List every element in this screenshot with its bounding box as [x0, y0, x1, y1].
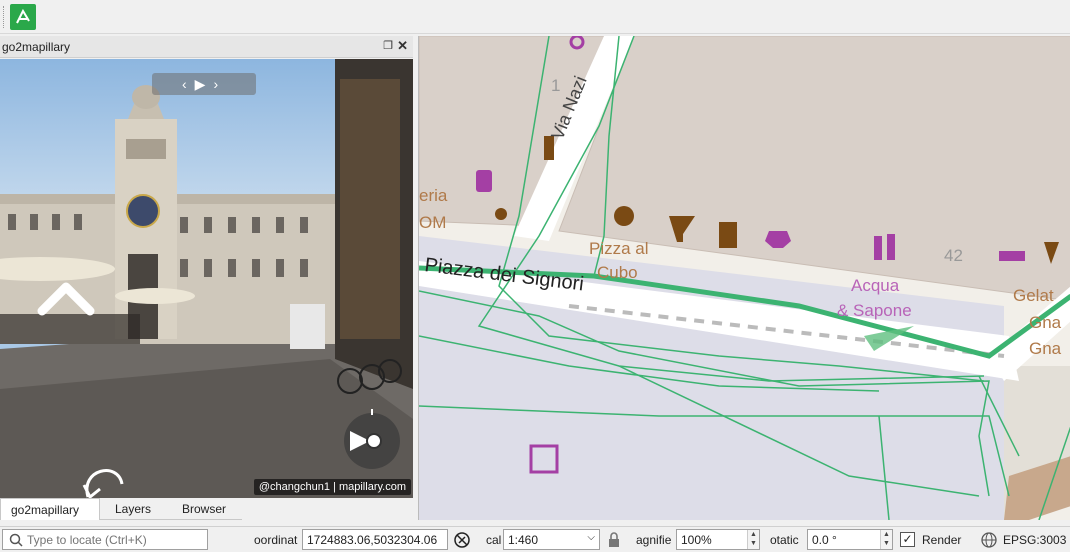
locator-input[interactable] [27, 532, 205, 548]
go2mapillary-tool-icon[interactable] [10, 4, 36, 30]
globe-icon[interactable] [981, 532, 997, 551]
play-sequence-icon[interactable]: ▶ [195, 76, 206, 93]
locator-bar[interactable] [2, 529, 208, 550]
scale-label: cal [486, 533, 502, 547]
tab-browser[interactable]: Browser [166, 498, 242, 520]
poi-label-acqua: Acqua [851, 276, 900, 295]
coordinate-field[interactable]: 1724883.06,5032304.06 [302, 529, 448, 550]
toggle-extents-icon[interactable] [453, 531, 471, 549]
scale-combobox[interactable]: 1:460 ⌵ [503, 529, 600, 550]
street-photo [0, 59, 413, 498]
close-panel-icon[interactable]: ✕ [397, 38, 408, 54]
poi-label-gna-1: Gna [1029, 313, 1062, 332]
rotation-value: 0.0 ° [812, 533, 837, 547]
go2mapillary-panel: go2mapillary ❐ ✕ ‹ ▶ › @changchun1 | map… [0, 36, 413, 520]
search-icon [9, 533, 23, 547]
dock-tabs: go2mapillary Layers Browser [0, 498, 413, 520]
rotation-label: otatic [770, 533, 799, 547]
panel-title: go2mapillary [2, 40, 71, 54]
render-checkbox[interactable]: ✓ [900, 532, 915, 547]
magnifier-value: 100% [681, 533, 712, 547]
main-toolbar [0, 0, 1070, 34]
house-number-42: 42 [944, 246, 963, 265]
poi-label-gelat: Gelat [1013, 286, 1054, 305]
poi-label-om: OM [419, 213, 446, 232]
poi-label-pizza: Pizza al [589, 239, 649, 258]
float-panel-icon[interactable]: ❐ [383, 39, 393, 52]
poi-label-sapone: & Sapone [837, 301, 912, 320]
toolbar-grip[interactable] [3, 6, 6, 28]
poi-label-gna-2: Gna [1029, 339, 1062, 358]
crs-label[interactable]: EPSG:3003 [1003, 533, 1066, 547]
rotation-spinbox[interactable]: 0.0 ° ▲ ▼ [807, 529, 893, 550]
coordinate-label: oordinat [254, 533, 298, 547]
render-label: Render [922, 533, 962, 547]
magnifier-label: agnifie [636, 533, 672, 547]
status-bar: oordinat 1724883.06,5032304.06 cal 1:460… [0, 526, 1070, 552]
magnifier-spinbox[interactable]: 100% ▲ ▼ [676, 529, 760, 550]
magnifier-spin-buttons[interactable]: ▲ ▼ [747, 530, 759, 549]
mapillary-image-viewer[interactable]: ‹ ▶ › @changchun1 | mapillary.com [0, 59, 413, 498]
panel-title-bar: go2mapillary ❐ ✕ [0, 36, 413, 58]
tab-go2mapillary[interactable]: go2mapillary [0, 498, 100, 520]
map-render: Via Nazi Piazza dei Signori eria OM Pizz… [419, 36, 1070, 520]
poi-label-eria: eria [419, 186, 448, 205]
prev-image-icon[interactable]: ‹ [182, 76, 187, 92]
poi-label-cubo: Cubo [597, 263, 638, 282]
image-attribution[interactable]: @changchun1 | mapillary.com [253, 479, 411, 495]
map-canvas[interactable]: Via Nazi Piazza dei Signori eria OM Pizz… [418, 36, 1070, 520]
sequence-nav-controls: ‹ ▶ › [152, 73, 256, 95]
rotation-spin-buttons[interactable]: ▲ ▼ [880, 530, 892, 549]
lock-scale-icon[interactable] [607, 532, 621, 551]
house-number-1: 1 [551, 76, 560, 95]
tab-layers[interactable]: Layers [100, 498, 166, 520]
chevron-down-icon: ⌵ [587, 532, 595, 543]
next-image-icon[interactable]: › [213, 76, 218, 92]
scale-value: 1:460 [508, 533, 539, 547]
